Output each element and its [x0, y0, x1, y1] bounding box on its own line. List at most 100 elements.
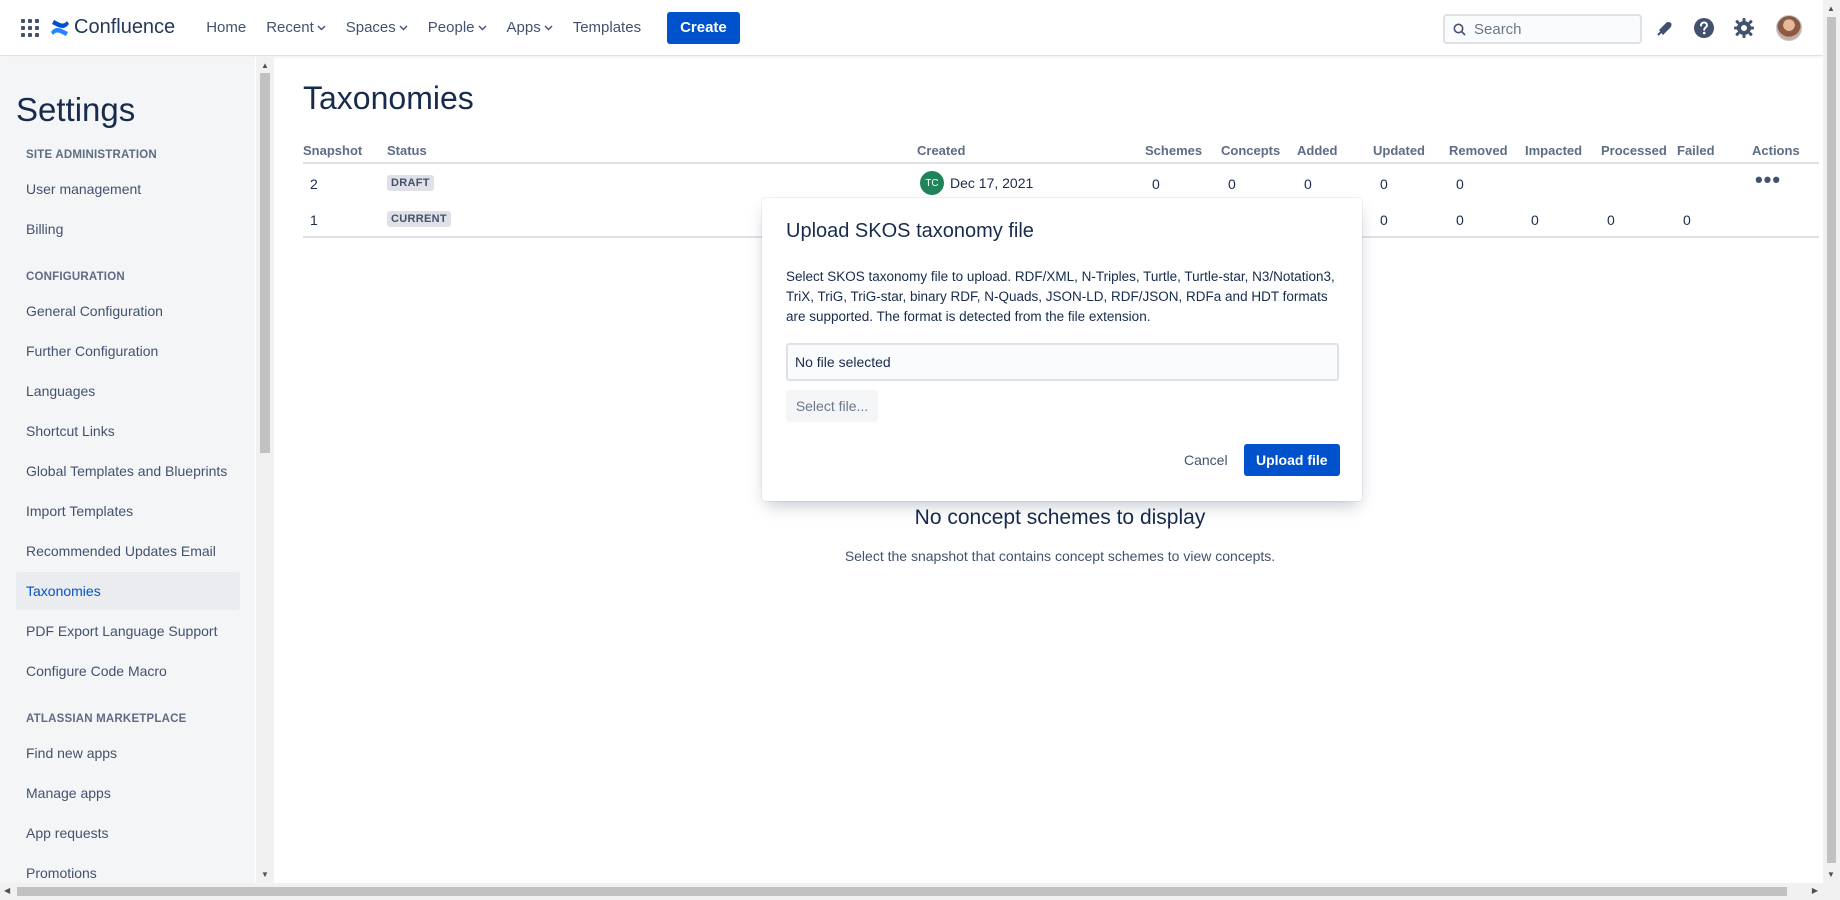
scroll-left-arrow-icon[interactable]: ◀	[4, 886, 10, 895]
select-file-button[interactable]: Select file...	[786, 390, 878, 422]
sidebar-item-further-configuration[interactable]: Further Configuration	[16, 332, 240, 370]
status-badge: DRAFT	[387, 175, 434, 191]
notifications-icon[interactable]	[1652, 15, 1678, 41]
page-vertical-scrollbar[interactable]: ▲ ▼	[1823, 0, 1840, 883]
dialog-title: Upload SKOS taxonomy file	[786, 220, 1034, 242]
upload-dialog: Upload SKOS taxonomy file Select SKOS ta…	[762, 198, 1362, 501]
nav-spaces-label: Spaces	[345, 19, 396, 36]
cell-removed: 0	[1456, 176, 1464, 192]
column-header-actions: Actions	[1752, 143, 1800, 158]
sidebar-item-user-management[interactable]: User management	[16, 170, 240, 208]
nav-spaces[interactable]: Spaces	[346, 19, 408, 36]
settings-sidebar: Settings SITE ADMINISTRATION User manage…	[0, 57, 255, 883]
cell-snapshot: 1	[310, 212, 318, 228]
app-switcher-icon[interactable]	[14, 12, 46, 44]
nav-home[interactable]: Home	[206, 19, 246, 36]
chevron-down-icon	[317, 25, 326, 30]
column-header-processed: Processed	[1601, 143, 1667, 158]
sidebar-item-global-templates[interactable]: Global Templates and Blueprints	[16, 452, 240, 490]
sidebar-item-promotions[interactable]: Promotions	[16, 854, 240, 883]
help-icon[interactable]	[1691, 15, 1717, 41]
section-heading-configuration: CONFIGURATION	[26, 271, 125, 283]
search-box[interactable]	[1443, 14, 1642, 44]
logo-text: Confluence	[74, 16, 176, 38]
top-navigation: Confluence Home Recent Spaces People App…	[0, 0, 1823, 56]
sidebar-item-manage-apps[interactable]: Manage apps	[16, 774, 240, 812]
chevron-down-icon	[399, 25, 408, 30]
page-title: Taxonomies	[303, 80, 474, 116]
cell-concepts: 0	[1228, 176, 1236, 192]
sidebar-item-pdf-export-language[interactable]: PDF Export Language Support	[16, 612, 240, 650]
cancel-button[interactable]: Cancel	[1172, 444, 1240, 476]
sidebar-item-app-requests[interactable]: App requests	[16, 814, 240, 852]
page-scroll-thumb[interactable]	[1827, 17, 1836, 863]
cell-schemes: 0	[1152, 176, 1160, 192]
cell-failed: 0	[1683, 212, 1691, 228]
column-header-removed: Removed	[1449, 143, 1508, 158]
scroll-up-arrow-icon[interactable]: ▲	[261, 61, 269, 70]
status-badge: CURRENT	[387, 211, 451, 227]
cell-updated: 0	[1380, 212, 1388, 228]
column-header-status: Status	[387, 143, 427, 158]
nav-recent-label: Recent	[266, 19, 314, 36]
column-header-added: Added	[1297, 143, 1338, 158]
confluence-logo-icon	[51, 19, 69, 36]
upload-file-button[interactable]: Upload file	[1244, 444, 1340, 476]
selected-file-field[interactable]: No file selected	[786, 343, 1339, 381]
nav-people-label: People	[427, 19, 475, 36]
column-header-schemes: Schemes	[1145, 143, 1203, 158]
cell-processed: 0	[1607, 212, 1615, 228]
more-icon[interactable]: •••	[1753, 169, 1783, 194]
sidebar-scrollbar[interactable]: ▲ ▼	[256, 57, 274, 883]
sidebar-item-recommended-updates-email[interactable]: Recommended Updates Email	[16, 532, 240, 570]
column-header-created: Created	[917, 143, 966, 158]
profile-avatar[interactable]	[1776, 15, 1802, 41]
cell-updated: 0	[1380, 176, 1388, 192]
confluence-logo[interactable]: Confluence	[50, 16, 175, 39]
scroll-down-arrow-icon[interactable]: ▼	[1827, 870, 1835, 879]
chevron-down-icon	[478, 25, 486, 30]
cell-removed: 0	[1456, 212, 1464, 228]
column-header-failed: Failed	[1677, 143, 1715, 158]
table-header-divider	[303, 162, 1819, 164]
sidebar-scroll-thumb[interactable]	[260, 73, 270, 453]
nav-people[interactable]: People	[428, 19, 487, 36]
section-heading-atlassian-marketplace: ATLASSIAN MARKETPLACE	[26, 713, 187, 725]
column-header-updated: Updated	[1373, 143, 1425, 158]
page-horizontal-scrollbar[interactable]: ◀ ▶	[0, 883, 1840, 900]
sidebar-item-import-templates[interactable]: Import Templates	[16, 492, 240, 530]
settings-icon[interactable]	[1731, 15, 1757, 41]
sidebar-item-find-new-apps[interactable]: Find new apps	[16, 734, 240, 772]
scroll-down-arrow-icon[interactable]: ▼	[261, 870, 269, 879]
nav-apps[interactable]: Apps	[507, 19, 553, 36]
column-header-impacted: Impacted	[1525, 143, 1583, 158]
scroll-up-arrow-icon[interactable]: ▲	[1827, 4, 1835, 13]
sidebar-item-shortcut-links[interactable]: Shortcut Links	[16, 412, 240, 450]
sidebar-item-languages[interactable]: Languages	[16, 372, 240, 410]
empty-state-description: Select the snapshot that contains concep…	[844, 548, 1276, 564]
cell-created: Dec 17, 2021	[950, 175, 1034, 191]
sidebar-item-configure-code-macro[interactable]: Configure Code Macro	[16, 652, 240, 690]
nav-templates-label: Templates	[572, 19, 642, 36]
cell-impacted: 0	[1531, 212, 1539, 228]
dialog-description: Select SKOS taxonomy file to upload. RDF…	[786, 269, 1335, 324]
empty-state-title: No concept schemes to display	[914, 506, 1206, 529]
column-header-snapshot: Snapshot	[303, 143, 363, 158]
nav-templates[interactable]: Templates	[573, 19, 641, 36]
scroll-right-arrow-icon[interactable]: ▶	[1812, 886, 1818, 895]
page-hscroll-thumb[interactable]	[17, 887, 1787, 896]
search-input[interactable]	[1472, 19, 1632, 39]
search-icon	[1453, 23, 1466, 36]
nav-recent[interactable]: Recent	[266, 19, 326, 36]
cell-snapshot: 2	[310, 176, 318, 192]
sidebar-item-general-configuration[interactable]: General Configuration	[16, 292, 240, 330]
create-button[interactable]: Create	[667, 11, 740, 44]
column-header-concepts: Concepts	[1221, 143, 1281, 158]
section-heading-site-administration: SITE ADMINISTRATION	[26, 149, 157, 161]
user-avatar[interactable]: TC	[920, 171, 944, 195]
nav-apps-label: Apps	[506, 19, 541, 36]
nav-home-label: Home	[206, 19, 247, 36]
sidebar-item-billing[interactable]: Billing	[16, 210, 240, 248]
sidebar-item-taxonomies[interactable]: Taxonomies	[16, 572, 240, 610]
chevron-down-icon	[544, 25, 553, 30]
